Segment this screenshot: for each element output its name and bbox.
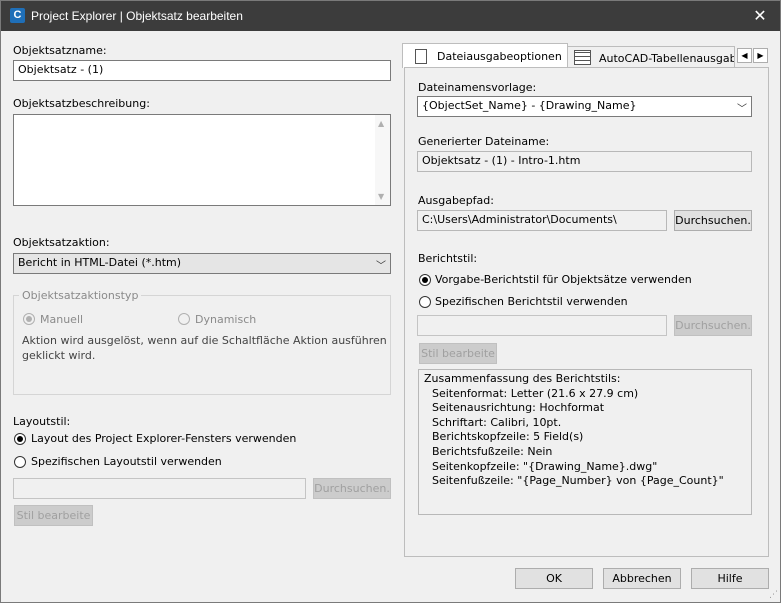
tab-autocad-table-label: AutoCAD-Tabellenausgabe: [599, 52, 735, 65]
action-type-description-line2: geklickt wird.: [22, 349, 96, 362]
radio-layout-window[interactable]: [14, 433, 26, 445]
radio-layout-window-label: Layout des Project Explorer-Fensters ver…: [31, 432, 297, 445]
objectset-description-textarea[interactable]: ▲ ▼: [13, 114, 391, 206]
layout-edit-style-button[interactable]: Stil bearbeite: [14, 505, 93, 526]
summary-heading: Zusammenfassung des Berichtstils:: [424, 372, 621, 385]
help-button[interactable]: Hilfe: [691, 568, 769, 589]
layout-browse-button[interactable]: Durchsuchen.: [313, 478, 391, 499]
radio-manual[interactable]: [23, 313, 35, 325]
resize-grip-icon[interactable]: ⋰: [769, 590, 778, 600]
tab-file-output[interactable]: Dateiausgabeoptionen: [402, 43, 568, 68]
filename-template-select[interactable]: {ObjectSet_Name} - {Drawing_Name} ﹀: [417, 96, 752, 117]
window-title: Project Explorer | Objektsatz bearbeiten: [31, 9, 243, 23]
objectset-action-label: Objektsatzaktion:: [13, 236, 110, 249]
generated-filename-label: Generierter Dateiname:: [418, 135, 550, 148]
summary-line-page-format: Seitenformat: Letter (21.6 x 27.9 cm): [432, 386, 639, 400]
report-style-label: Berichtstil:: [418, 252, 478, 265]
radio-report-default[interactable]: [419, 274, 431, 286]
output-path-input[interactable]: C:\Users\Administrator\Documents\: [417, 210, 667, 231]
output-path-label: Ausgabepfad:: [418, 194, 494, 207]
radio-layout-specific[interactable]: [14, 456, 26, 468]
summary-line-orientation: Seitenausrichtung: Hochformat: [432, 401, 605, 415]
generated-filename-field: Objektsatz - (1) - Intro-1.htm: [417, 151, 752, 172]
filename-template-value: {ObjectSet_Name} - {Drawing_Name}: [422, 99, 637, 112]
summary-line-report-footer: Berichtsfußzeile: Nein: [432, 444, 553, 458]
tab-autocad-table[interactable]: AutoCAD-Tabellenausgabe: [567, 46, 735, 68]
objectset-name-label: Objektsatzname:: [13, 44, 107, 57]
objectset-description-label: Objektsatzbeschreibung:: [13, 97, 150, 110]
tab-file-output-label: Dateiausgabeoptionen: [437, 50, 562, 63]
radio-dynamic[interactable]: [178, 313, 190, 325]
summary-line-report-header: Berichtskopfzeile: 5 Field(s): [432, 430, 584, 444]
tab-scroll-left-icon[interactable]: ◀: [737, 48, 752, 63]
title-bar: C Project Explorer | Objektsatz bearbeit…: [1, 1, 780, 31]
app-logo-icon: C: [10, 8, 25, 23]
filename-template-label: Dateinamensvorlage:: [418, 81, 537, 94]
action-type-description-line1: Aktion wird ausgelöst, wenn auf die Scha…: [22, 334, 387, 347]
close-icon[interactable]: ✕: [750, 6, 770, 26]
report-browse-button[interactable]: Durchsuchen.: [674, 315, 752, 336]
radio-report-default-label: Vorgabe-Berichtstil für Objektsätze verw…: [435, 273, 692, 286]
summary-line-page-header: Seitenkopfzeile: "{Drawing_Name}.dwg": [432, 459, 658, 473]
summary-line-font: Schriftart: Calibri, 10pt.: [432, 415, 562, 429]
radio-report-specific[interactable]: [419, 296, 431, 308]
description-scrollbar[interactable]: ▲ ▼: [375, 115, 390, 205]
radio-report-specific-label: Spezifischen Berichtstil verwenden: [435, 295, 628, 308]
radio-manual-label: Manuell: [40, 313, 84, 326]
scroll-down-icon[interactable]: ▼: [378, 192, 384, 201]
radio-dynamic-label: Dynamisch: [195, 313, 257, 326]
layout-style-path-input[interactable]: [13, 478, 306, 499]
table-icon: [574, 50, 591, 65]
objectset-action-select[interactable]: Bericht in HTML-Datei (*.htm) ﹀: [13, 253, 391, 274]
summary-line-page-footer: Seitenfußzeile: "{Page_Number} von {Page…: [432, 474, 724, 488]
radio-layout-specific-label: Spezifischen Layoutstil verwenden: [31, 455, 222, 468]
ok-button[interactable]: OK: [515, 568, 593, 589]
report-edit-style-button[interactable]: Stil bearbeite: [419, 343, 497, 364]
dialog-window: C Project Explorer | Objektsatz bearbeit…: [0, 0, 781, 603]
scroll-up-icon[interactable]: ▲: [378, 119, 384, 128]
action-type-group-title: Objektsatzaktionstyp: [19, 289, 142, 302]
chevron-down-icon: ﹀: [737, 104, 747, 115]
tab-scroll-right-icon[interactable]: ▶: [753, 48, 768, 63]
document-icon: [415, 49, 427, 64]
cancel-button[interactable]: Abbrechen: [603, 568, 681, 589]
report-style-summary: Zusammenfassung des Berichtstils: Seiten…: [418, 369, 752, 515]
objectset-name-input[interactable]: Objektsatz - (1): [13, 60, 391, 81]
objectset-action-value: Bericht in HTML-Datei (*.htm): [18, 256, 182, 269]
chevron-down-icon: ﹀: [376, 261, 386, 272]
report-style-path-input[interactable]: [417, 315, 667, 336]
output-browse-button[interactable]: Durchsuchen.: [674, 210, 752, 231]
layout-style-label: Layoutstil:: [13, 415, 71, 428]
